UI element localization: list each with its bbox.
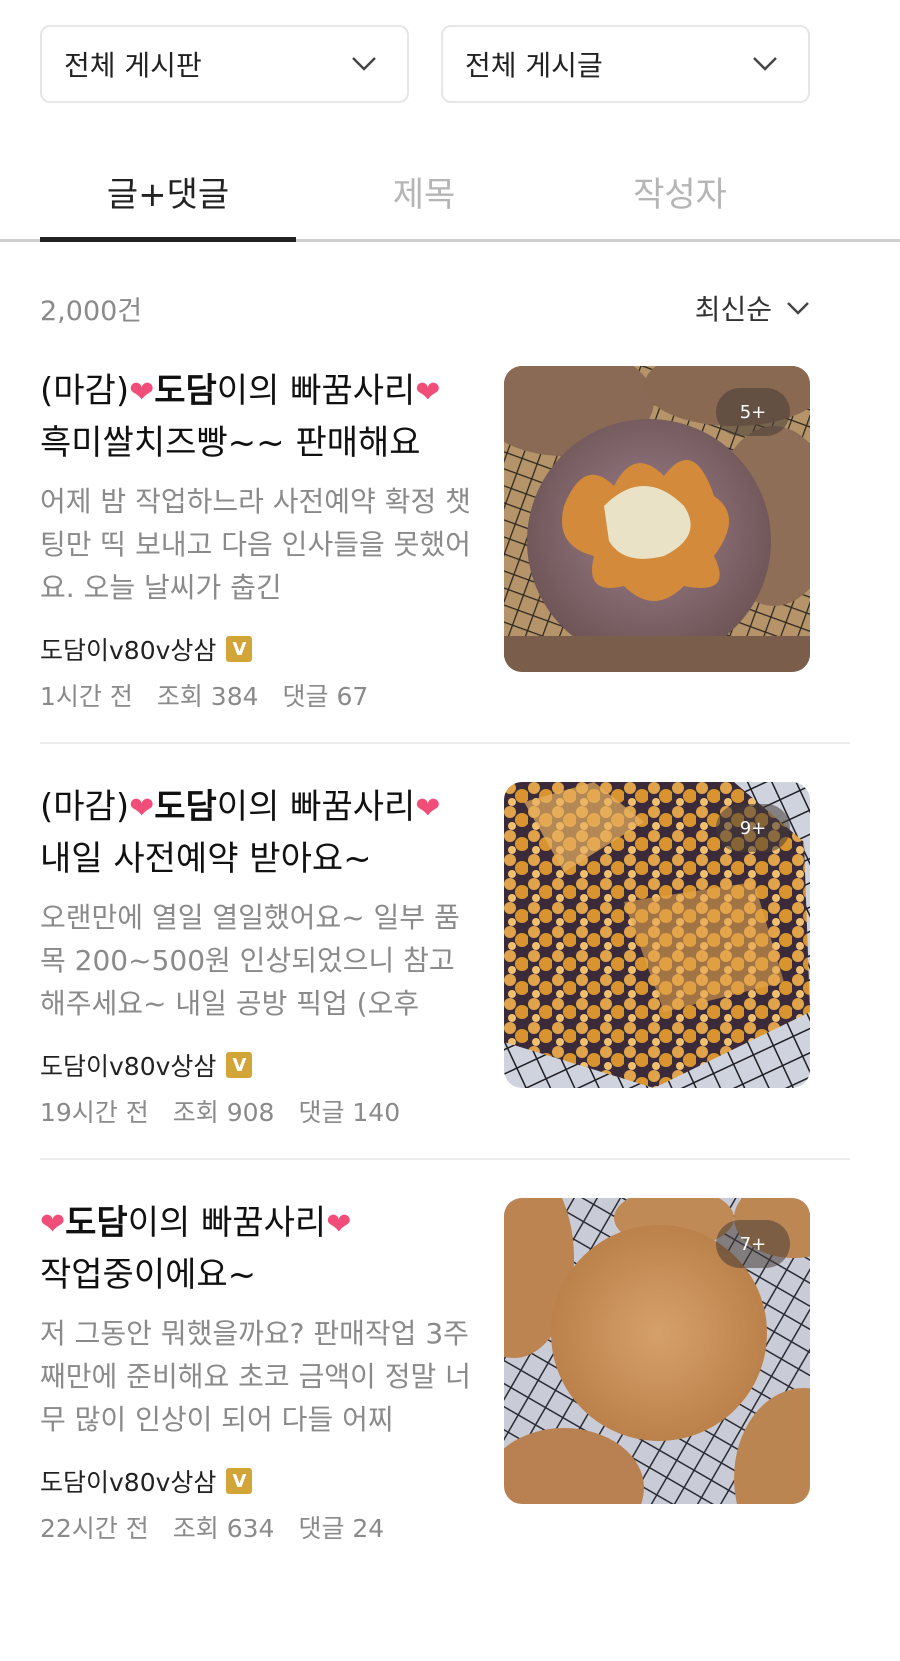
sort-select[interactable]: 최신순 — [695, 288, 810, 328]
post-views: 조회 634 — [172, 1514, 275, 1543]
verified-badge-icon: V — [226, 636, 253, 662]
board-select-label: 전체 게시판 — [64, 49, 202, 82]
post-meta: 22시간 전 조회 634 댓글 24 — [40, 1509, 480, 1545]
post-meta: 1시간 전 조회 384 댓글 67 — [40, 677, 480, 713]
search-tabs: 글+댓글 제목 작성자 — [0, 140, 900, 242]
title-rest: 이의 빠꿈사리 — [216, 371, 416, 411]
title-bold: 도담 — [154, 787, 217, 827]
image-count-badge: 7+ — [716, 1220, 790, 1268]
post-excerpt: 어제 밤 작업하느라 사전예약 확정 챗팅만 띡 보내고 다음 인사들을 못했어… — [40, 485, 471, 604]
author-name: 도담이v80v상삼 — [40, 1468, 217, 1497]
heart-balloon-icon: ❤ — [129, 375, 155, 410]
post-excerpt: 저 그동안 뭐했을까요? 판매작업 3주째만에 준비해요 초코 금액이 정말 너… — [40, 1317, 471, 1436]
result-bar: 2,000건 최신순 — [40, 280, 810, 336]
post-excerpt: 오랜만에 열일 열일했어요~ 일부 품목 200~500원 인상되었으니 참고해… — [40, 901, 460, 1020]
post-views: 조회 384 — [156, 682, 259, 711]
title-bold: 도담 — [154, 371, 217, 411]
title-bold: 도담 — [65, 1203, 128, 1243]
post-select[interactable]: 전체 게시글 — [441, 25, 810, 103]
heart-balloon-icon: ❤ — [326, 1207, 352, 1242]
title-prefix: (마감) — [40, 371, 130, 411]
post-comments: 댓글 24 — [298, 1514, 385, 1543]
post-comments: 댓글 67 — [282, 682, 369, 711]
list-divider — [40, 742, 850, 744]
title-line2: 흑미쌀치즈빵~~ 판매해요 — [40, 423, 421, 463]
image-count-badge: 5+ — [716, 388, 790, 436]
post-author[interactable]: 도담이v80v상삼 V — [40, 1047, 480, 1083]
title-rest: 이의 빠꿈사리 — [127, 1203, 327, 1243]
author-name: 도담이v80v상삼 — [40, 1052, 217, 1081]
tab-author[interactable]: 작성자 — [552, 140, 808, 242]
title-line2: 내일 사전예약 받아요~ — [40, 839, 372, 879]
post-item[interactable]: ❤도담이의 빠꿈사리❤ 작업중이에요~ 저 그동안 뭐했을까요? 판매작업 3주… — [40, 1198, 810, 1543]
list-divider — [40, 1158, 850, 1160]
tab-title[interactable]: 제목 — [296, 140, 552, 242]
heart-balloon-icon: ❤ — [415, 375, 441, 410]
post-title[interactable]: (마감)❤도담이의 빠꿈사리❤ 흑미쌀치즈빵~~ 판매해요 — [40, 366, 480, 468]
verified-badge-icon: V — [226, 1468, 253, 1494]
post-time: 22시간 전 — [40, 1514, 149, 1543]
post-thumbnail[interactable]: 9+ — [504, 782, 810, 1088]
post-thumbnail[interactable]: 5+ — [504, 366, 810, 672]
heart-balloon-icon: ❤ — [415, 791, 441, 826]
post-item[interactable]: (마감)❤도담이의 빠꿈사리❤ 내일 사전예약 받아요~ 오랜만에 열일 열일했… — [40, 782, 810, 1127]
post-select-label: 전체 게시글 — [465, 49, 603, 82]
board-select[interactable]: 전체 게시판 — [40, 25, 409, 103]
tab-post-comment[interactable]: 글+댓글 — [40, 140, 296, 242]
author-name: 도담이v80v상삼 — [40, 636, 217, 665]
chevron-down-icon — [787, 301, 809, 315]
heart-balloon-icon: ❤ — [129, 791, 155, 826]
post-title[interactable]: (마감)❤도담이의 빠꿈사리❤ 내일 사전예약 받아요~ — [40, 782, 480, 884]
post-comments: 댓글 140 — [298, 1098, 401, 1127]
post-author[interactable]: 도담이v80v상삼 V — [40, 631, 480, 667]
chevron-down-icon — [352, 57, 376, 71]
post-item[interactable]: (마감)❤도담이의 빠꿈사리❤ 흑미쌀치즈빵~~ 판매해요 어제 밤 작업하느라… — [40, 366, 810, 711]
post-thumbnail[interactable]: 7+ — [504, 1198, 810, 1504]
sort-label: 최신순 — [694, 293, 772, 326]
title-line2: 작업중이에요~ — [40, 1255, 257, 1295]
post-title[interactable]: ❤도담이의 빠꿈사리❤ 작업중이에요~ — [40, 1198, 480, 1300]
filter-bar: 전체 게시판 전체 게시글 — [40, 25, 810, 103]
post-author[interactable]: 도담이v80v상삼 V — [40, 1463, 480, 1499]
post-views: 조회 908 — [172, 1098, 275, 1127]
post-time: 19시간 전 — [40, 1098, 149, 1127]
chevron-down-icon — [753, 57, 777, 71]
result-count: 2,000건 — [40, 295, 143, 327]
post-time: 1시간 전 — [40, 682, 133, 711]
image-count-badge: 9+ — [716, 804, 790, 852]
heart-balloon-icon: ❤ — [40, 1207, 66, 1242]
active-tab-indicator — [40, 237, 296, 242]
title-rest: 이의 빠꿈사리 — [216, 787, 416, 827]
title-prefix: (마감) — [40, 787, 130, 827]
post-meta: 19시간 전 조회 908 댓글 140 — [40, 1093, 480, 1129]
verified-badge-icon: V — [226, 1052, 253, 1078]
